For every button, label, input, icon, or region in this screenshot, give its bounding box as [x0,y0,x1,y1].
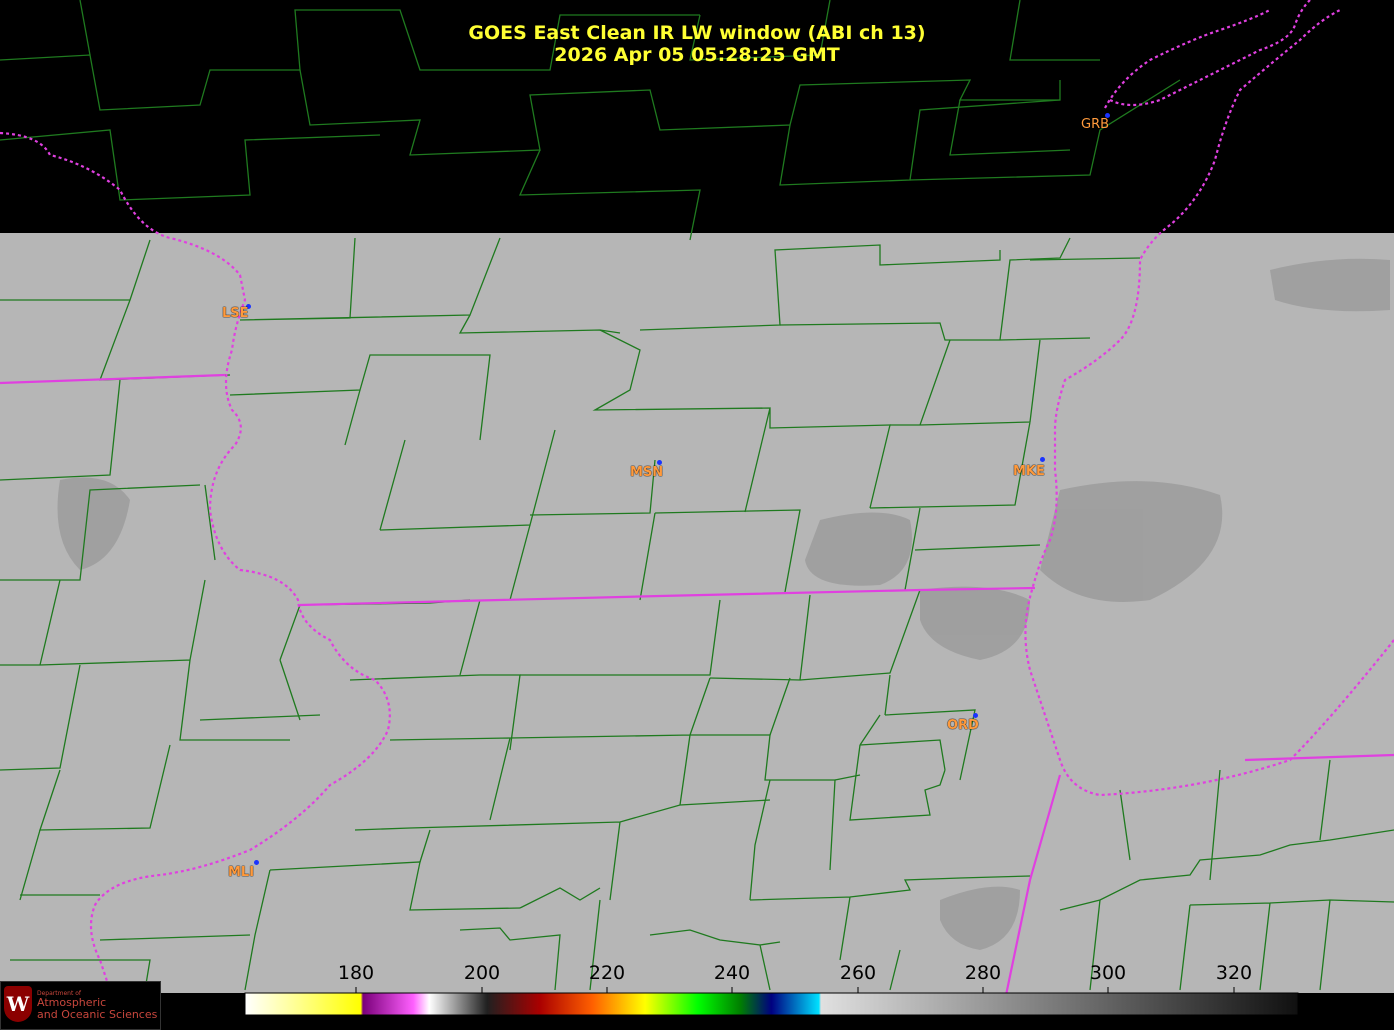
station-label: GRB [1081,117,1110,132]
satellite-map [0,0,1394,1016]
colorbar [244,992,1299,1016]
colorbar-tick-label: 320 [1215,962,1253,984]
image-title: GOES East Clean IR LW window (ABI ch 13) [468,22,926,44]
colorbar-tick-label: 260 [839,962,877,984]
aos-logo: W Department of Atmospheric and Oceanic … [0,981,161,1030]
colorbar-tick-label: 300 [1089,962,1127,984]
colorbar-tick-label: 280 [964,962,1002,984]
station-label: MSN [630,465,664,480]
station-dot [1040,457,1045,462]
station-dot [254,860,259,865]
station-label: ORD [947,718,979,733]
logo-line2: and Oceanic Sciences [37,1008,158,1021]
uw-seal-icon: W [4,986,32,1022]
colorbar-tick-label: 200 [463,962,501,984]
colorbar-tick-label: 180 [337,962,375,984]
colorbar-tick-label: 240 [713,962,751,984]
station-label: MLI [228,865,255,880]
station-label: MKE [1013,464,1045,479]
ir-imagery [0,233,1394,993]
colorbar-tick-label: 220 [588,962,626,984]
image-timestamp: 2026 Apr 05 05:28:25 GMT [554,44,840,66]
station-label: LSE [222,306,249,321]
